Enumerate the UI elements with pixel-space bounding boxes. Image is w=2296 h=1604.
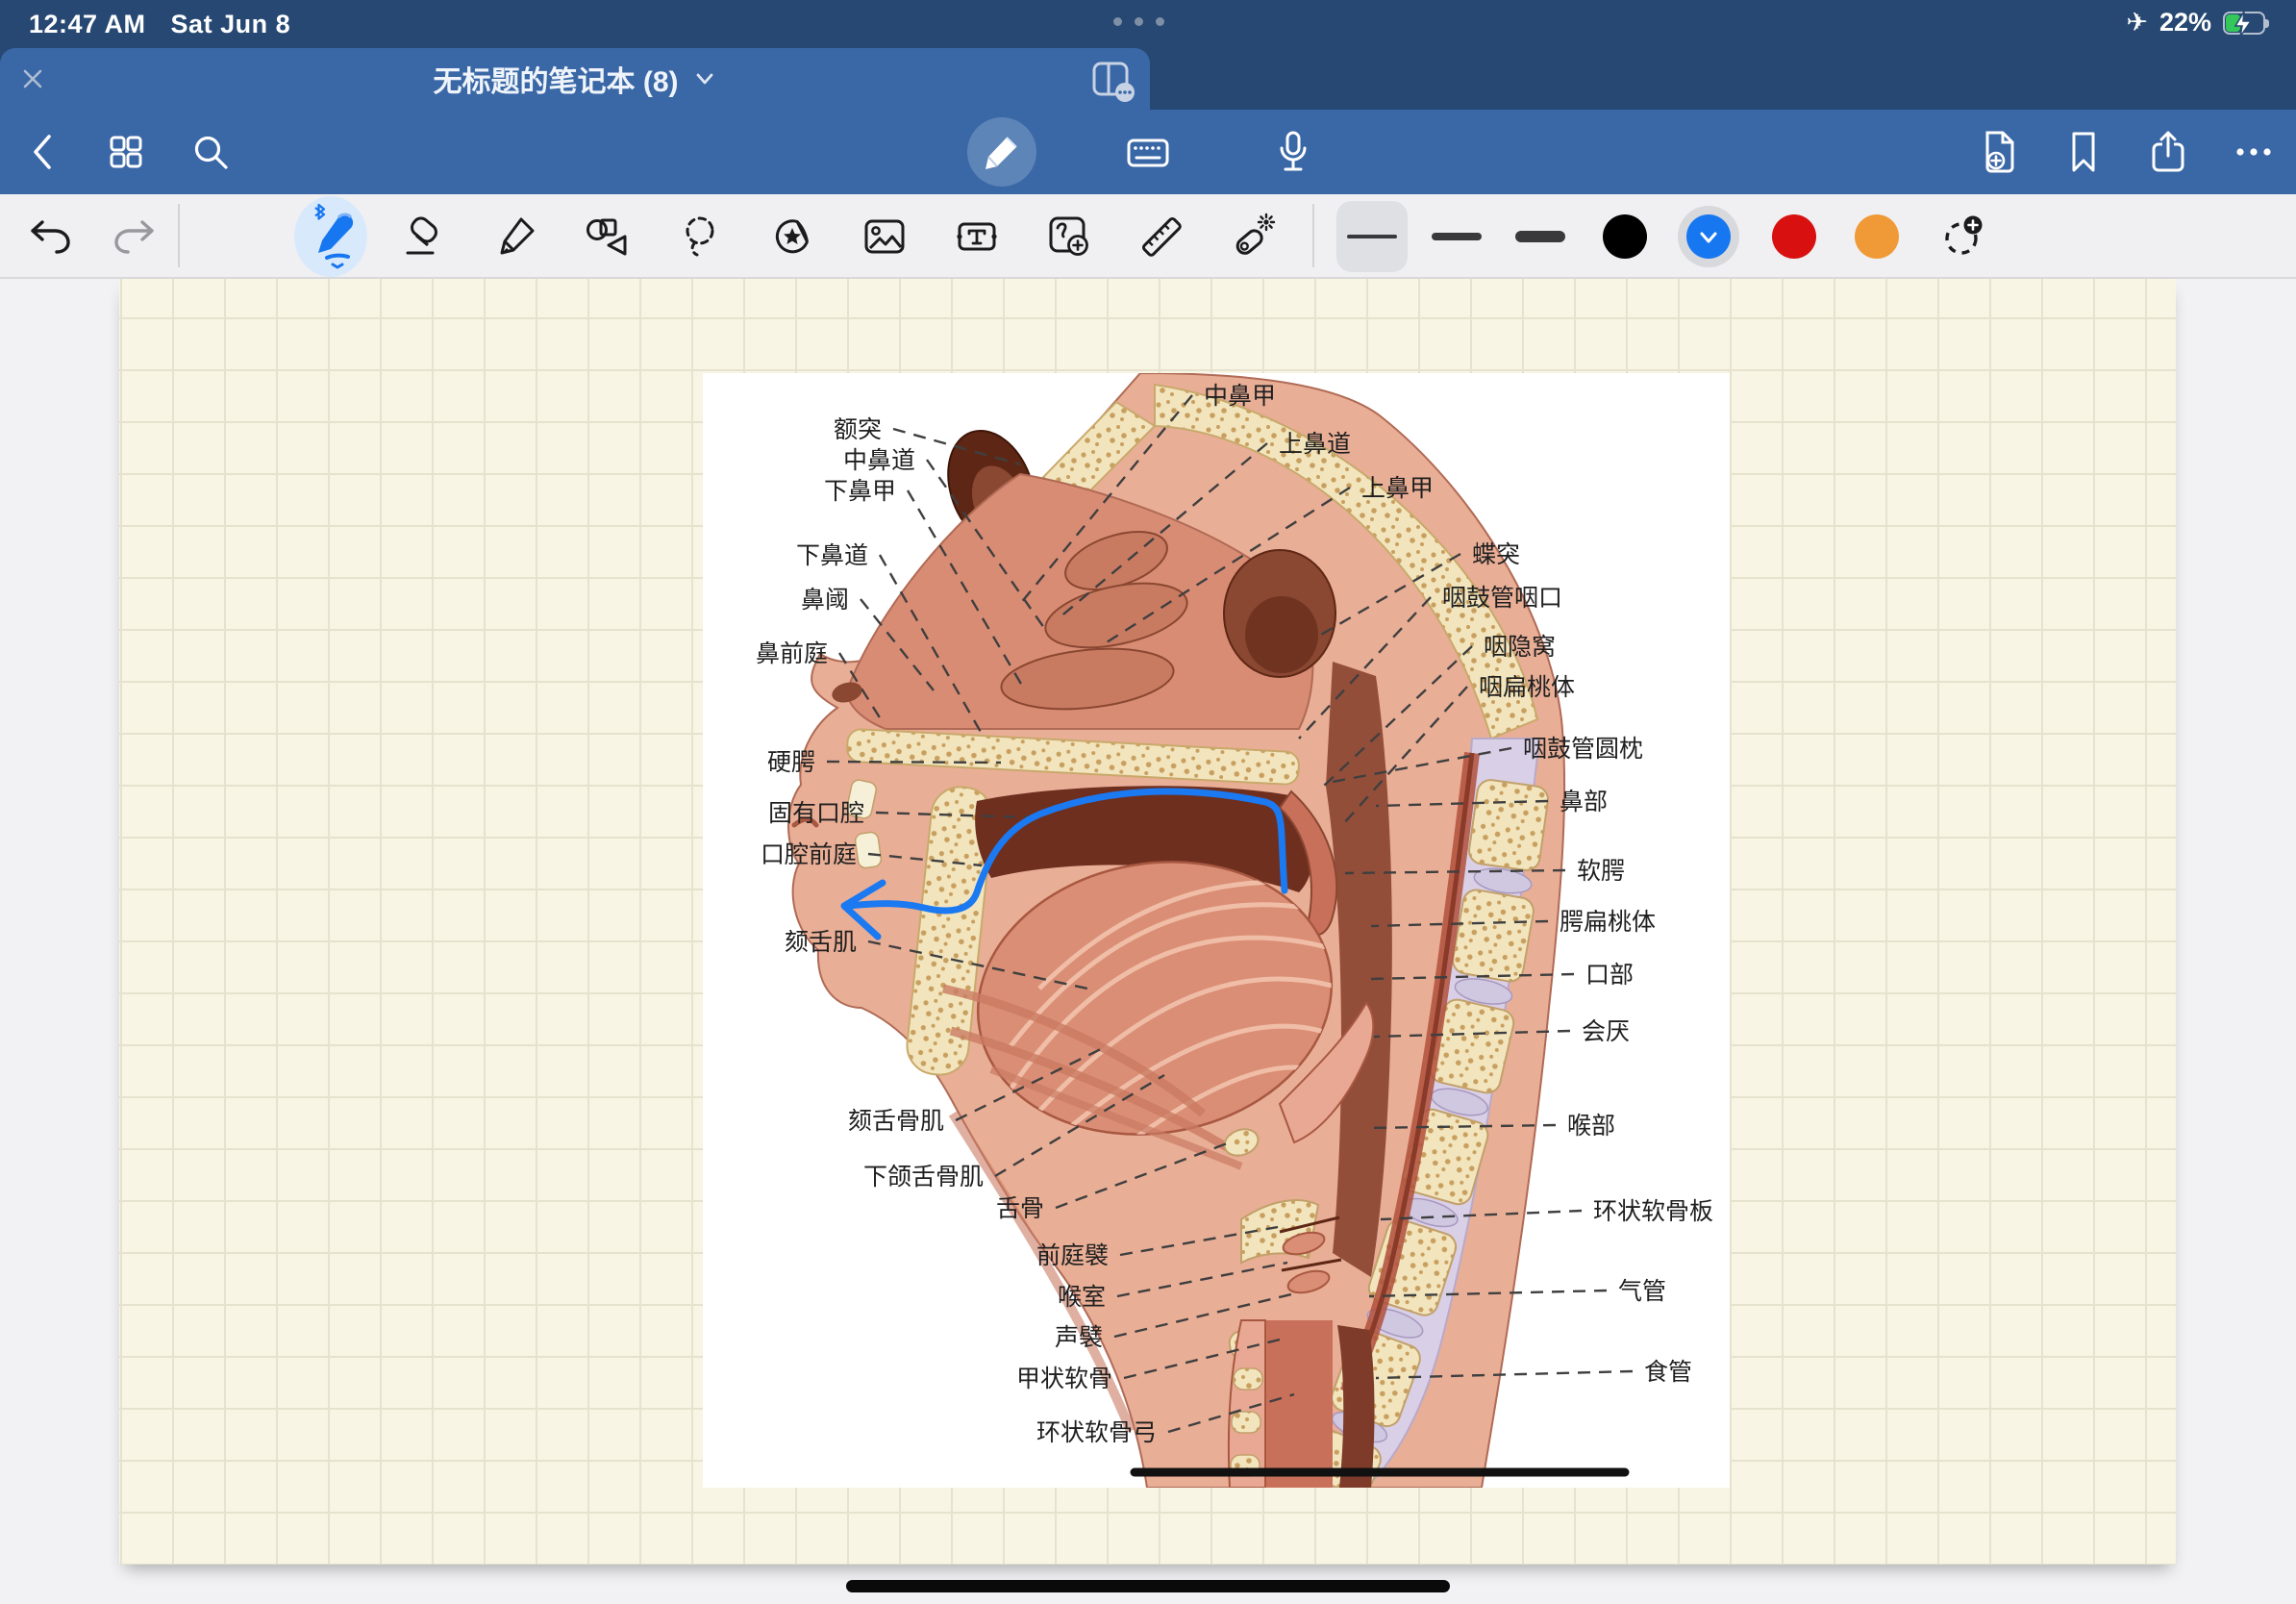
thickness-medium-button[interactable] [1432, 233, 1482, 240]
anatomy-label: 甲状软骨 [1016, 1366, 1112, 1392]
anatomy-label: 中鼻道 [843, 447, 915, 474]
anatomy-label: 气管 [1618, 1278, 1666, 1305]
anatomy-label: 下颌舌骨肌 [863, 1164, 984, 1190]
status-time-date: 12:47 AM Sat Jun 8 [29, 10, 290, 39]
notebook-page-canvas[interactable]: 额突中鼻道下鼻甲下鼻道鼻阈鼻前庭硬腭固有口腔口腔前庭颏舌肌颏舌骨肌下颌舌骨肌舌骨… [119, 279, 2176, 1565]
nav-toolbar [0, 110, 2296, 194]
sticker-tool-icon[interactable] [769, 213, 815, 260]
microphone-icon[interactable] [1272, 129, 1314, 175]
battery-charging-icon [2223, 12, 2271, 35]
thickness-thin-button[interactable] [1347, 235, 1397, 238]
undo-icon[interactable] [28, 215, 74, 258]
anatomy-label: 咽隐窝 [1484, 634, 1556, 661]
anatomy-label: 额突 [834, 416, 882, 443]
anatomy-label: 前庭襞 [1036, 1242, 1109, 1269]
share-icon[interactable] [2149, 129, 2187, 175]
anatomy-label: 硬腭 [767, 749, 815, 776]
airplane-mode-icon: ✈ [2126, 8, 2148, 38]
anatomy-label: 咽扁桃体 [1479, 674, 1575, 701]
status-date: Sat Jun 8 [171, 10, 291, 38]
highlighter-tool-icon[interactable] [492, 213, 538, 260]
pen-tool-icon[interactable] [302, 204, 360, 269]
notebook-tab[interactable]: 无标题的笔记本 (8) [0, 48, 1150, 110]
pen-mode-icon[interactable] [967, 117, 1036, 187]
tools-ribbon [0, 194, 2296, 279]
app-screen: 12:47 AM Sat Jun 8 ✈ 22% 无标题的笔记本 (8) [0, 0, 2296, 1604]
chevron-down-icon[interactable] [692, 66, 717, 91]
battery-percent: 22% [2159, 8, 2211, 38]
anatomy-label: 颏舌骨肌 [848, 1108, 944, 1135]
tab-row: 无标题的笔记本 (8) [0, 48, 2296, 110]
anatomy-label: 下鼻甲 [824, 478, 896, 505]
home-indicator[interactable] [846, 1580, 1450, 1592]
thickness-thick-button[interactable] [1515, 231, 1565, 242]
anatomy-label: 中鼻甲 [1204, 383, 1276, 410]
color-orange-button[interactable] [1855, 214, 1899, 259]
anatomy-label: 蝶突 [1472, 541, 1520, 568]
redo-icon[interactable] [111, 215, 157, 258]
laser-pointer-tool-icon[interactable] [1229, 212, 1279, 262]
add-page-icon[interactable] [1980, 129, 2018, 175]
anatomy-label: 颏舌肌 [785, 929, 857, 956]
anatomy-label: 固有口腔 [768, 800, 864, 827]
anatomy-label: 下鼻道 [796, 542, 868, 569]
anatomy-label: 食管 [1644, 1359, 1692, 1386]
ribbon-divider [178, 204, 180, 267]
anatomy-label: 会厌 [1582, 1018, 1630, 1045]
bookmark-icon[interactable] [2066, 130, 2101, 174]
notebook-title[interactable]: 无标题的笔记本 (8) [434, 58, 679, 100]
anatomy-label: 口腔前庭 [761, 841, 857, 868]
anatomy-label: 环状软骨板 [1593, 1198, 1713, 1225]
tab-switcher-icon[interactable] [1085, 58, 1140, 104]
color-blue-button-selected[interactable] [1686, 214, 1731, 259]
keyboard-icon[interactable] [1125, 131, 1171, 173]
search-icon[interactable] [189, 131, 232, 173]
back-icon[interactable] [28, 131, 57, 173]
multitask-dots [1113, 17, 1164, 26]
ribbon-divider [1312, 204, 1314, 267]
anatomy-label: 腭扁桃体 [1560, 909, 1656, 936]
thumbnails-grid-icon[interactable] [105, 131, 147, 173]
color-black-button[interactable] [1603, 214, 1647, 259]
anatomy-label: 口部 [1585, 962, 1634, 989]
color-red-button[interactable] [1772, 214, 1816, 259]
lasso-tool-icon[interactable] [677, 213, 723, 260]
status-bar: 12:47 AM Sat Jun 8 ✈ 22% [0, 0, 2296, 48]
status-time: 12:47 AM [29, 10, 146, 38]
anatomy-label: 咽鼓管咽口 [1442, 585, 1562, 612]
text-tool-icon[interactable] [952, 213, 1002, 260]
eraser-tool-icon[interactable] [400, 213, 446, 260]
anatomy-label: 鼻部 [1560, 789, 1608, 815]
anatomy-figure[interactable]: 额突中鼻道下鼻甲下鼻道鼻阈鼻前庭硬腭固有口腔口腔前庭颏舌肌颏舌骨肌下颌舌骨肌舌骨… [703, 373, 1730, 1488]
add-color-icon[interactable] [1936, 210, 1990, 263]
anatomy-label: 喉室 [1058, 1284, 1106, 1311]
anatomy-label: 软腭 [1577, 858, 1625, 885]
anatomy-label: 舌骨 [996, 1195, 1044, 1222]
ruler-tool-icon[interactable] [1136, 212, 1186, 262]
anatomy-label: 声襞 [1055, 1324, 1103, 1351]
anatomy-label: 鼻前庭 [756, 640, 828, 667]
anatomy-figure-svg: 额突中鼻道下鼻甲下鼻道鼻阈鼻前庭硬腭固有口腔口腔前庭颏舌肌颏舌骨肌下颌舌骨肌舌骨… [703, 373, 1730, 1488]
anatomy-label: 环状软骨弓 [1036, 1419, 1157, 1446]
anatomy-label: 咽鼓管圆枕 [1523, 736, 1643, 763]
anatomy-label: 上鼻甲 [1361, 475, 1434, 502]
image-tool-icon[interactable] [860, 213, 910, 260]
anatomy-label: 鼻阈 [801, 587, 849, 614]
more-icon[interactable] [2233, 131, 2275, 173]
anatomy-label: 喉部 [1567, 1113, 1615, 1140]
anatomy-label: 上鼻道 [1279, 431, 1351, 458]
shapes-tool-icon[interactable] [583, 213, 633, 260]
handwriting-zoom-tool-icon[interactable] [1044, 212, 1094, 262]
